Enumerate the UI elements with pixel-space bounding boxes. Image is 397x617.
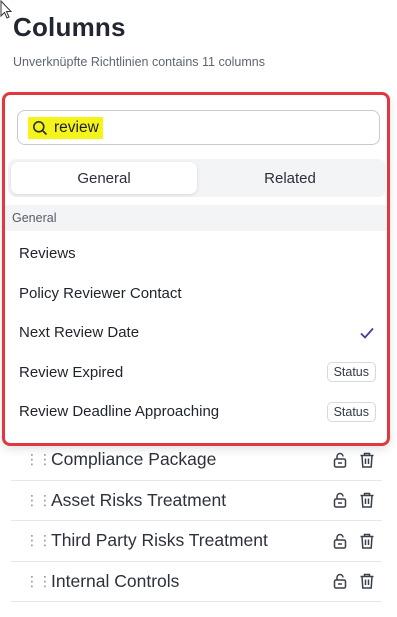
option-label: Policy Reviewer Contact bbox=[19, 284, 182, 302]
column-row[interactable]: ⋮⋮ Internal Controls bbox=[11, 562, 382, 602]
option-label: Review Expired bbox=[19, 363, 124, 381]
search-icon bbox=[33, 120, 48, 135]
option-label: Reviews bbox=[19, 245, 76, 263]
unlock-icon[interactable] bbox=[331, 572, 349, 590]
option-item[interactable]: Policy Reviewer Contact bbox=[5, 274, 387, 314]
unlock-icon[interactable] bbox=[331, 491, 349, 509]
column-row[interactable]: ⋮⋮ Asset Risks Treatment bbox=[11, 481, 382, 521]
option-item[interactable]: Next Review Date bbox=[5, 313, 387, 353]
column-label: Compliance Package bbox=[51, 449, 217, 470]
status-badge: Status bbox=[326, 401, 376, 422]
search-input[interactable]: review bbox=[17, 110, 380, 145]
option-item[interactable]: Review Deadline Approaching Status bbox=[5, 392, 387, 432]
drag-handle-icon[interactable]: ⋮⋮ bbox=[25, 492, 52, 509]
check-icon bbox=[360, 327, 374, 339]
tab-bar: General Related bbox=[8, 159, 386, 197]
page-title: Columns bbox=[13, 12, 126, 42]
column-picker-popup: review General Related General Reviews P… bbox=[2, 92, 390, 446]
column-label: Third Party Risks Treatment bbox=[51, 530, 268, 551]
drag-handle-icon[interactable]: ⋮⋮ bbox=[25, 573, 52, 590]
page-subtitle: Unverknüpfte Richtlinien contains 11 col… bbox=[13, 55, 265, 69]
trash-icon[interactable] bbox=[358, 532, 376, 550]
option-list: Reviews Policy Reviewer Contact Next Rev… bbox=[5, 234, 387, 432]
option-item[interactable]: Review Expired Status bbox=[5, 353, 387, 393]
unlock-icon[interactable] bbox=[331, 451, 349, 469]
status-badge: Status bbox=[326, 362, 376, 383]
column-row[interactable]: ⋮⋮ Compliance Package bbox=[11, 440, 382, 481]
column-label: Asset Risks Treatment bbox=[51, 489, 227, 510]
trash-icon[interactable] bbox=[358, 491, 376, 509]
column-list: ⋮⋮ Compliance Package ⋮⋮ Asset Risks Tre… bbox=[11, 440, 382, 602]
drag-handle-icon[interactable]: ⋮⋮ bbox=[25, 532, 52, 549]
section-header: General bbox=[5, 205, 387, 231]
unlock-icon[interactable] bbox=[331, 532, 349, 550]
column-label: Internal Controls bbox=[51, 570, 180, 591]
mouse-cursor-icon bbox=[0, 0, 13, 19]
option-item[interactable]: Reviews bbox=[5, 234, 387, 274]
tab-related[interactable]: Related bbox=[197, 162, 383, 194]
column-row[interactable]: ⋮⋮ Third Party Risks Treatment bbox=[11, 521, 382, 562]
option-label: Review Deadline Approaching bbox=[19, 403, 220, 421]
trash-icon[interactable] bbox=[358, 451, 376, 469]
option-label: Next Review Date bbox=[19, 324, 140, 342]
trash-icon[interactable] bbox=[358, 572, 376, 590]
drag-handle-icon[interactable]: ⋮⋮ bbox=[25, 451, 52, 468]
search-highlight: review bbox=[28, 116, 103, 139]
search-value: review bbox=[54, 118, 99, 136]
tab-general[interactable]: General bbox=[11, 162, 197, 194]
